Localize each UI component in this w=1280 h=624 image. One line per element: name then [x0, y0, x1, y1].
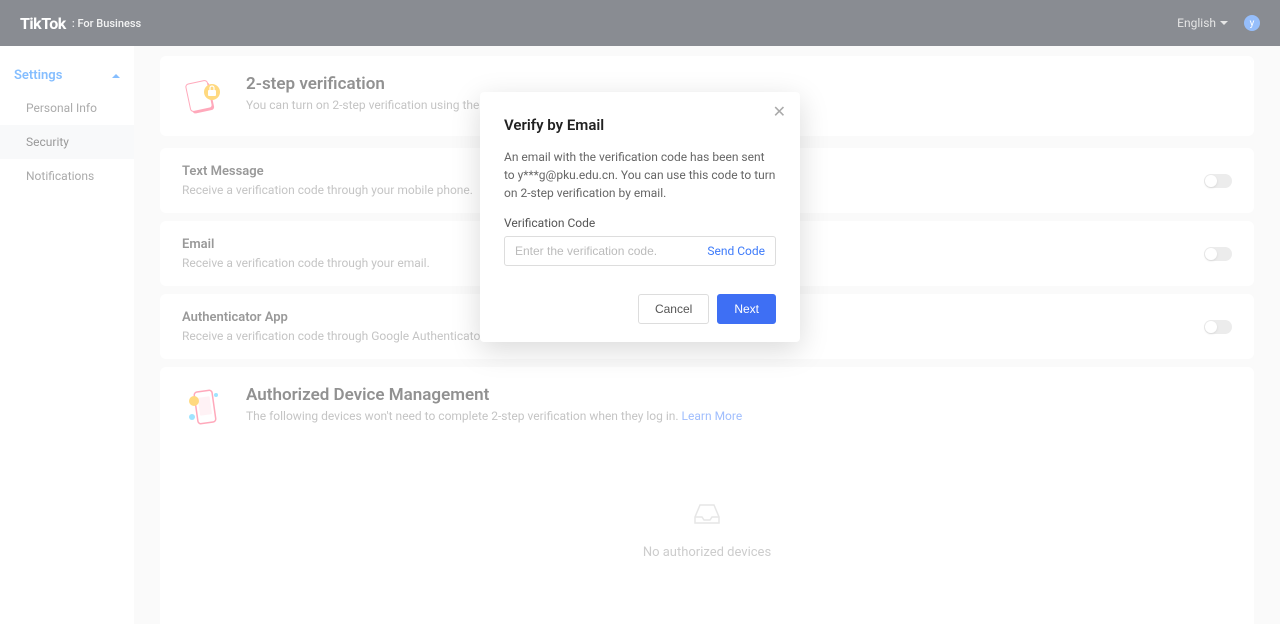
- next-button[interactable]: Next: [717, 294, 776, 324]
- send-code-link[interactable]: Send Code: [707, 244, 765, 258]
- cancel-button[interactable]: Cancel: [638, 294, 709, 324]
- modal-title: Verify by Email: [504, 116, 776, 134]
- modal-overlay: ✕ Verify by Email An email with the veri…: [0, 0, 1280, 624]
- verify-email-modal: ✕ Verify by Email An email with the veri…: [480, 92, 800, 342]
- close-icon[interactable]: ✕: [773, 104, 786, 120]
- verification-code-label: Verification Code: [504, 216, 776, 230]
- modal-body-text: An email with the verification code has …: [504, 148, 776, 202]
- verification-code-input[interactable]: [515, 244, 699, 258]
